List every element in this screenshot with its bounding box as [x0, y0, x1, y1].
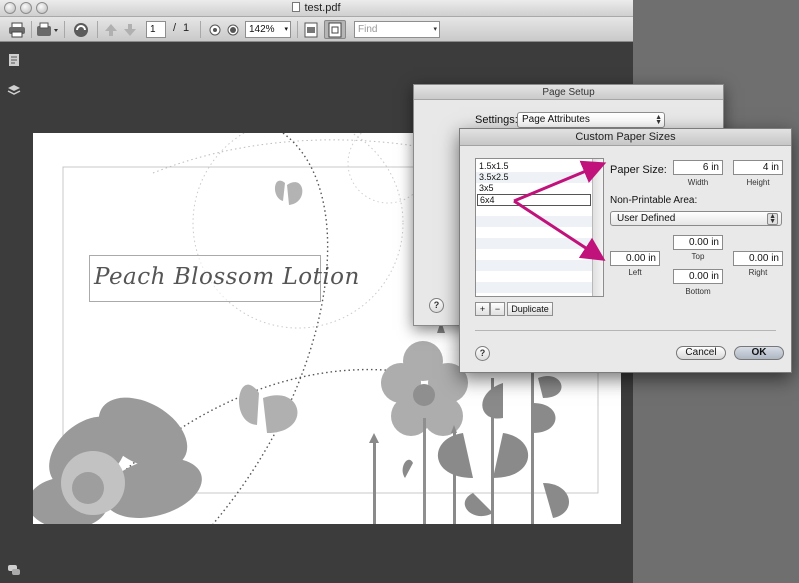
printer-icon — [9, 22, 25, 37]
list-item[interactable]: 1.5x1.5 — [476, 161, 592, 172]
toolbar-separator — [200, 21, 201, 38]
window-title-text: test.pdf — [304, 2, 341, 14]
left-margin-field[interactable]: 0.00 in — [610, 251, 660, 266]
right-margin-field[interactable]: 0.00 in — [733, 251, 783, 266]
next-page-button[interactable] — [121, 20, 139, 39]
right-label: Right — [748, 268, 768, 277]
find-field[interactable]: Find ▾ — [354, 21, 440, 38]
document-icon — [292, 2, 301, 12]
bottom-margin-field[interactable]: 0.00 in — [673, 269, 723, 284]
width-label: Width — [687, 178, 709, 187]
cancel-button[interactable]: Cancel — [676, 346, 726, 360]
remove-paper-button[interactable]: − — [490, 302, 505, 316]
dropdown-arrow-icon[interactable]: ▾ — [284, 22, 288, 37]
share-menu-button[interactable] — [34, 20, 60, 39]
left-label: Left — [628, 268, 642, 277]
sidebar — [0, 43, 28, 583]
dotted-arc — [152, 139, 454, 174]
label-title: Peach Blossom Lotion — [94, 264, 360, 290]
custom-paper-sizes-dialog: Custom Paper Sizes 1.5x1.5 3.5x2.5 3x5 6… — [459, 128, 792, 373]
sync-button[interactable] — [70, 20, 92, 39]
toolbar-separator — [31, 21, 32, 38]
paper-size-list[interactable]: 1.5x1.5 3.5x2.5 3x5 6x4 — [475, 158, 604, 297]
next-page-icon — [124, 23, 136, 36]
butterfly-large — [238, 384, 298, 433]
toolbar-separator — [64, 21, 65, 38]
dialog-separator — [475, 330, 776, 331]
paper-name-edit-field[interactable]: 6x4 — [477, 194, 591, 206]
non-printable-value: User Defined — [617, 213, 676, 224]
toolbar: 1 / 1 142% ▾ Find ▾ — [0, 17, 633, 42]
zoom-field[interactable]: 142% ▾ — [245, 21, 291, 38]
previous-page-icon — [105, 23, 117, 36]
print-button[interactable] — [6, 20, 28, 39]
toolbar-separator — [97, 21, 98, 38]
label-text-box: Peach Blossom Lotion — [89, 255, 359, 302]
height-label: Height — [746, 178, 770, 187]
toolbar-separator — [297, 21, 298, 38]
comments-icon[interactable] — [7, 563, 21, 577]
dotted-arc — [212, 133, 329, 524]
page-number-field[interactable]: 1 — [146, 21, 166, 38]
page-separator: / — [173, 22, 177, 34]
updown-arrows-icon: ▲ ▼ — [655, 114, 662, 126]
page-count: 1 — [183, 22, 190, 34]
layers-icon[interactable] — [7, 83, 21, 97]
butterfly-small — [274, 180, 303, 205]
list-item[interactable]: 3.5x2.5 — [476, 172, 592, 183]
page-setup-help-button[interactable]: ? — [429, 298, 444, 313]
share-icon — [37, 22, 58, 36]
width-field[interactable]: 6 in — [673, 160, 723, 175]
duplicate-button[interactable]: Duplicate — [507, 302, 553, 316]
bottom-label: Bottom — [685, 287, 711, 296]
window-title: test.pdf — [0, 2, 633, 14]
custom-paper-help-button[interactable]: ? — [475, 346, 490, 361]
dropdown-arrow-icon[interactable]: ▾ — [433, 22, 437, 37]
top-label: Top — [691, 252, 705, 261]
settings-value: Page Attributes — [522, 114, 590, 125]
zoom-in-button[interactable] — [225, 20, 241, 39]
list-scrollbar[interactable] — [592, 159, 603, 296]
non-printable-area-label: Non-Printable Area: — [610, 195, 698, 206]
zoom-out-icon — [209, 24, 221, 35]
zoom-out-button[interactable] — [207, 20, 223, 39]
previous-page-button[interactable] — [102, 20, 120, 39]
custom-paper-sizes-title: Custom Paper Sizes — [460, 129, 791, 146]
non-printable-area-popup[interactable]: User Defined ▲ ▼ — [610, 211, 782, 226]
add-paper-button[interactable]: + — [475, 302, 490, 316]
list-item[interactable]: 3x5 — [476, 183, 592, 194]
zoom-value: 142% — [249, 24, 275, 35]
find-placeholder: Find — [358, 24, 378, 35]
updown-arrows-icon: ▲ ▼ — [767, 213, 778, 225]
window-titlebar: test.pdf — [0, 0, 633, 17]
ok-button[interactable]: OK — [734, 346, 784, 360]
fit-page-icon — [304, 22, 318, 37]
paper-size-label: Paper Size: — [610, 164, 667, 176]
fit-page-button[interactable] — [302, 20, 320, 39]
zoom-in-icon — [227, 24, 239, 35]
height-field[interactable]: 4 in — [733, 160, 783, 175]
sync-icon — [74, 22, 88, 37]
settings-popup[interactable]: Page Attributes ▲ ▼ — [517, 112, 665, 128]
daisy-large — [33, 397, 202, 524]
actual-size-icon — [328, 22, 342, 37]
settings-label: Settings: — [475, 114, 518, 126]
document-icon[interactable] — [7, 53, 21, 67]
top-margin-field[interactable]: 0.00 in — [673, 235, 723, 250]
page-setup-title: Page Setup — [414, 85, 723, 100]
actual-size-button[interactable] — [324, 20, 346, 39]
dropdown-arrow-icon — [54, 28, 58, 32]
